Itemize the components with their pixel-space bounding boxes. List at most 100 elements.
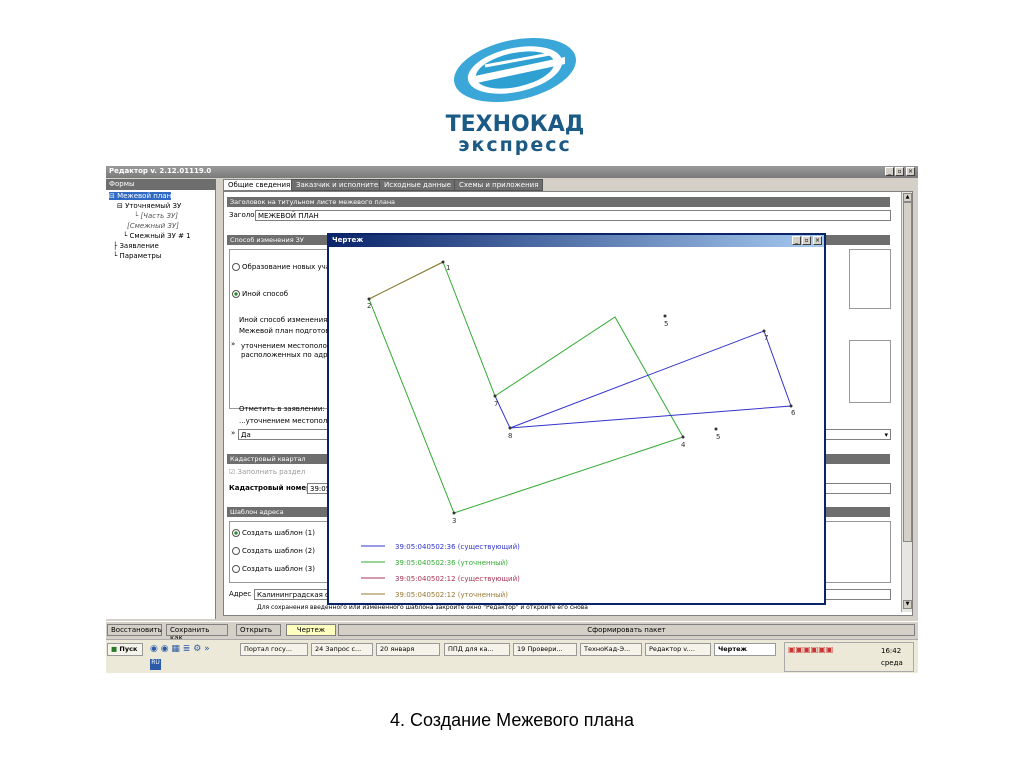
address-note: Для сохранения введенного или измененног…	[257, 604, 588, 611]
forms-tree-panel: Формы ⊟ Межевой план ⊟ Уточняемый ЗУ └ […	[106, 179, 216, 619]
point-marker	[714, 427, 718, 431]
tree-item-utochnyaemy-zu[interactable]: ⊟ Уточняемый ЗУ	[106, 202, 216, 212]
tab-bar: Общие сведения Заказчик и исполнитель Ис…	[223, 179, 913, 191]
text-method-4: расположенных по адресу	[241, 351, 340, 359]
dialog-titlebar: Чертеж	[329, 235, 824, 247]
tray-icons[interactable]: ▣▣▣▣▣▣	[788, 645, 833, 654]
windows-taskbar: ■ Пуск ◉ ◉ ▦ ≣ ⚙ » RU Портал госу... 24 …	[106, 639, 918, 673]
vertical-scrollbar[interactable]: ▲ ▼	[901, 192, 912, 612]
point-label-5b: 5	[664, 320, 668, 328]
close-button[interactable]: ×	[906, 167, 915, 176]
radio-icon	[232, 290, 240, 298]
task-zapros[interactable]: 24 Запрос с...	[311, 643, 373, 656]
text-method-5: Отметить в заявлении: пр	[239, 405, 336, 413]
radio-template-1[interactable]: Создать шаблон (1)	[232, 529, 315, 537]
radio-icon	[232, 529, 240, 537]
expand-arrow-icon[interactable]: »	[231, 429, 235, 437]
point-marker	[508, 426, 512, 430]
tree-item-parametry[interactable]: └ Параметры	[106, 252, 216, 262]
maximize-button[interactable]: ▫	[895, 167, 904, 176]
legend-36-existing: 39:05:040502:36 (существующий)	[395, 543, 520, 551]
radio-new-parts[interactable]: Образование новых участ	[232, 263, 338, 271]
drawing-button[interactable]: Чертеж	[286, 624, 336, 636]
forms-header: Формы	[106, 179, 216, 190]
scroll-up-icon[interactable]: ▲	[903, 193, 912, 202]
point-marker	[681, 435, 685, 439]
quick-launch-icons[interactable]: ◉ ◉ ▦ ≣ ⚙ »	[150, 644, 210, 654]
task-chertezh[interactable]: Чертеж	[714, 643, 776, 656]
tree-item-zayavlenie[interactable]: ├ Заявление	[106, 242, 216, 252]
point-label-6: 6	[791, 409, 796, 417]
expand-arrow-icon[interactable]: »	[231, 340, 235, 348]
tree-item-smezhny-zu[interactable]: [Смежный ЗУ]	[106, 222, 216, 232]
point-marker	[493, 394, 497, 398]
point-label-2: 2	[367, 302, 371, 310]
dialog-close-button[interactable]: ×	[813, 236, 822, 245]
tree-item-mezhevoy-plan[interactable]: ⊟ Межевой план	[106, 192, 216, 202]
point-marker	[367, 297, 371, 301]
point-label-5: 5	[716, 433, 720, 441]
point-marker	[663, 314, 667, 318]
scroll-thumb[interactable]	[903, 202, 912, 542]
parcel-12-refined	[368, 261, 444, 300]
save-as-button[interactable]: Сохранить как...	[166, 624, 228, 642]
title-input[interactable]: МЕЖЕВОЙ ПЛАН	[255, 210, 891, 221]
radio-template-3[interactable]: Создать шаблон (3)	[232, 565, 315, 573]
point-label-1: 1	[446, 264, 450, 272]
system-tray: ▣▣▣▣▣▣ 16:42 среда	[784, 642, 914, 672]
logo-text-bottom: экспресс	[458, 134, 572, 156]
app-screenshot: Редактор v. 2.12.01119.0 _ ▫ × Формы ⊟ М…	[106, 166, 918, 673]
task-redaktor[interactable]: Редактор v....	[645, 643, 711, 656]
form-package-button[interactable]: Сформировать пакет	[338, 624, 915, 636]
language-indicator[interactable]: RU	[150, 659, 161, 670]
section-header-title: Заголовок на титульном листе межевого пл…	[227, 197, 890, 207]
point-marker	[789, 404, 793, 408]
tab-zakazchik[interactable]: Заказчик и исполнитель	[291, 179, 392, 191]
tree-item-chast-zu[interactable]: └ [Часть ЗУ]	[106, 212, 216, 222]
address-label: Адрес	[229, 590, 252, 598]
drawing-dialog: Чертеж _ ▫ × 1 2 3 4 5 6 7 8 5 7 39:05:0…	[327, 233, 826, 605]
tree-item-smezhny-zu-1[interactable]: └ Смежный ЗУ # 1	[106, 232, 216, 242]
window-title: Редактор v. 2.12.01119.0	[109, 167, 212, 175]
legend-12-refined: 39:05:040502:12 (уточненный)	[395, 591, 508, 599]
drawing-canvas[interactable]: 1 2 3 4 5 6 7 8 5 7 39:05:040502:36 (сущ…	[329, 248, 824, 603]
dialog-minimize-button[interactable]: _	[792, 236, 801, 245]
text-method-3: уточнением местоположе	[241, 342, 338, 350]
radio-icon	[232, 547, 240, 555]
point-marker	[441, 260, 445, 264]
clock-day: среда	[881, 659, 903, 667]
task-proverka[interactable]: 19 Провери...	[513, 643, 577, 656]
window-titlebar: Редактор v. 2.12.01119.0	[106, 166, 918, 178]
method-side-box	[849, 249, 891, 309]
bottom-toolbar: Восстановить Сохранить как... Открыть Че…	[106, 621, 918, 642]
point-marker	[762, 329, 766, 333]
task-ppd[interactable]: ППД для ка...	[444, 643, 510, 656]
method-text-area[interactable]	[849, 340, 891, 403]
slide-caption: 4. Создание Межевого плана	[389, 710, 635, 730]
legend-12-existing: 39:05:040502:12 (существующий)	[395, 575, 520, 583]
tab-skhemy[interactable]: Схемы и приложения	[454, 179, 544, 191]
task-portal[interactable]: Портал госу...	[240, 643, 308, 656]
scroll-down-icon[interactable]: ▼	[903, 600, 912, 609]
restore-button[interactable]: Восстановить	[107, 624, 162, 636]
open-button[interactable]: Открыть	[236, 624, 281, 636]
point-label-3: 3	[452, 517, 456, 525]
tab-iskhodnye-dannye[interactable]: Исходные данные	[379, 179, 457, 191]
radio-other-method[interactable]: Иной способ	[232, 290, 288, 298]
radio-template-2[interactable]: Создать шаблон (2)	[232, 547, 315, 555]
legend-36-refined: 39:05:040502:36 (уточненный)	[395, 559, 508, 567]
task-20-yanvarya[interactable]: 20 января	[376, 643, 440, 656]
point-label-8: 8	[508, 432, 512, 440]
start-button[interactable]: ■ Пуск	[107, 643, 143, 656]
point-label-7b: 7	[494, 400, 498, 408]
fill-section-checkbox[interactable]: ☑ Заполнить раздел	[229, 468, 305, 476]
dialog-title: Чертеж	[332, 236, 364, 244]
dialog-maximize-button[interactable]: ▫	[802, 236, 811, 245]
clock-time: 16:42	[881, 647, 902, 655]
task-tehnokad[interactable]: ТехноКад-Э...	[580, 643, 642, 656]
radio-icon	[232, 565, 240, 573]
minimize-button[interactable]: _	[885, 167, 894, 176]
tab-obshchie-svedeniya[interactable]: Общие сведения	[223, 179, 296, 191]
cad-number-label: Кадастровый номер	[229, 484, 312, 492]
radio-icon	[232, 263, 240, 271]
